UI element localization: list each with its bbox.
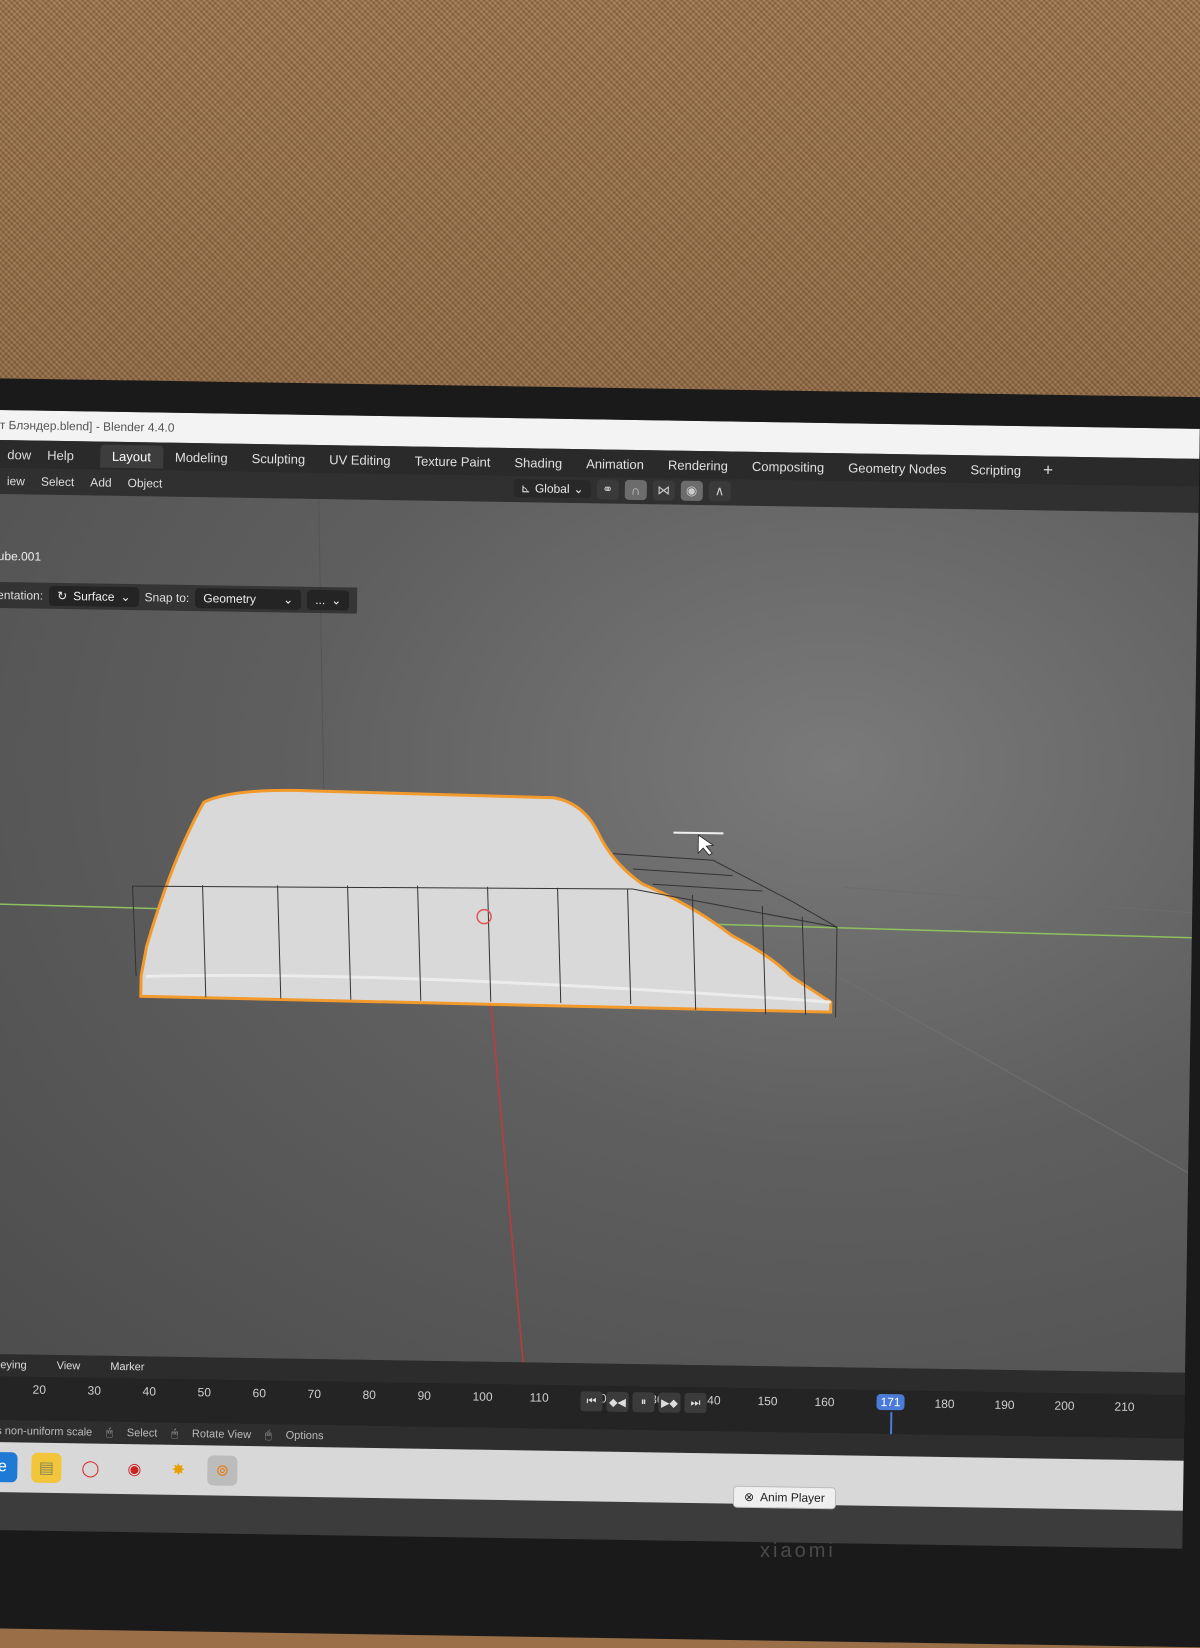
grid-line xyxy=(821,966,1189,1174)
tab-rendering[interactable]: Rendering xyxy=(656,453,740,477)
current-frame-indicator[interactable]: 171 xyxy=(876,1393,905,1411)
snap-target-icon[interactable]: ⋈ xyxy=(652,480,675,501)
tab-animation[interactable]: Animation xyxy=(574,452,656,476)
monitor-brand: xiaomi xyxy=(760,1540,836,1562)
add-workspace-button[interactable]: + xyxy=(1033,460,1063,480)
close-circle-icon[interactable]: ⊗ xyxy=(744,1490,754,1504)
frame-label: 20 xyxy=(32,1382,47,1397)
more-options-dropdown[interactable]: ... ⌄ xyxy=(307,589,350,611)
orientation-value: Surface xyxy=(73,589,115,604)
jump-to-keyframe-forward-icon[interactable]: ▶◆ xyxy=(658,1392,681,1413)
mouse-cursor-icon xyxy=(697,834,715,856)
tab-modeling[interactable]: Modeling xyxy=(163,445,240,469)
menu-select[interactable]: Select xyxy=(33,475,83,490)
menu-window[interactable]: dow xyxy=(0,446,39,462)
status-hint-rotate: Rotate View xyxy=(191,1428,252,1442)
surface-icon: ↻ xyxy=(57,588,68,604)
sun-app-icon[interactable]: ✸ xyxy=(163,1455,193,1485)
jump-to-start-icon[interactable]: ⏮ xyxy=(580,1391,603,1412)
tab-uv-editing[interactable]: UV Editing xyxy=(317,447,403,471)
menu-help[interactable]: Help xyxy=(39,447,82,463)
orientation-label: entation: xyxy=(0,587,44,603)
tab-sculpting[interactable]: Sculpting xyxy=(240,446,318,470)
3d-viewport[interactable]: entation: ↻ Surface ⌄ Snap to: Geometry … xyxy=(0,493,1199,1373)
chevron-down-icon: ⌄ xyxy=(283,592,294,607)
menu-timeline-view[interactable]: View xyxy=(49,1360,89,1373)
jump-to-end-icon[interactable]: ⏭ xyxy=(684,1392,707,1414)
pause-icon[interactable]: ⏸ xyxy=(632,1392,655,1413)
orientation-dropdown[interactable]: ↻ Surface ⌄ xyxy=(48,585,139,608)
frame-label: 90 xyxy=(417,1388,432,1403)
viewport-scene xyxy=(0,499,1193,1363)
edge-icon[interactable]: e xyxy=(0,1451,18,1483)
frame-label: 200 xyxy=(1054,1398,1075,1413)
frame-label: 110 xyxy=(529,1390,549,1405)
menu-marker[interactable]: Marker xyxy=(102,1361,152,1374)
frame-label: 190 xyxy=(994,1397,1015,1413)
menu-view[interactable]: iew xyxy=(0,474,33,489)
tab-scripting[interactable]: Scripting xyxy=(958,458,1033,482)
snap-toggle-icon[interactable]: ∩ xyxy=(624,479,647,501)
anim-player-label: Anim Player xyxy=(759,1490,825,1506)
snap-value: Geometry xyxy=(203,591,257,607)
selected-mesh xyxy=(139,788,833,1014)
mouse-left-icon: 🖱 xyxy=(106,1426,113,1439)
jump-to-keyframe-back-icon[interactable]: ◆◀ xyxy=(606,1391,629,1412)
mouse-right-icon: 🖱 xyxy=(264,1428,272,1441)
tab-texture-paint[interactable]: Texture Paint xyxy=(402,449,502,474)
frame-label: 70 xyxy=(307,1386,322,1402)
frame-label: 100 xyxy=(472,1389,493,1404)
active-object-name: ube.001 xyxy=(0,548,42,564)
frame-label: 40 xyxy=(142,1384,157,1399)
tab-compositing[interactable]: Compositing xyxy=(740,454,837,479)
status-hint-options: Options xyxy=(285,1429,324,1443)
status-hint-select: Select xyxy=(126,1427,158,1440)
menu-add[interactable]: Add xyxy=(82,475,120,490)
playback-controls: ⏮ ◆◀ ⏸ ▶◆ ⏭ xyxy=(580,1391,707,1414)
blender-icon[interactable]: ⊚ xyxy=(207,1455,238,1486)
pivot-point-icon[interactable]: ⚭ xyxy=(596,479,619,500)
menu-object[interactable]: Object xyxy=(119,476,170,491)
window-title: т Блэндер.blend] - Blender 4.4.0 xyxy=(0,417,175,435)
frame-label: 210 xyxy=(1114,1399,1135,1414)
frame-label: 160 xyxy=(814,1394,835,1410)
more-label: ... xyxy=(315,592,326,608)
region-divider xyxy=(318,499,325,800)
frame-label: 180 xyxy=(934,1396,955,1412)
app-icon[interactable]: ◉ xyxy=(119,1454,149,1484)
tab-shading[interactable]: Shading xyxy=(502,450,574,474)
snap-dropdown[interactable]: Geometry ⌄ xyxy=(195,588,302,610)
snap-label: Snap to: xyxy=(144,590,190,605)
status-message: has non-uniform scale xyxy=(0,1425,93,1439)
frame-label: 150 xyxy=(757,1394,778,1409)
frame-label: 80 xyxy=(362,1387,377,1403)
tab-geometry-nodes[interactable]: Geometry Nodes xyxy=(836,456,959,481)
frame-label: 60 xyxy=(252,1386,267,1401)
wall-background xyxy=(0,0,1200,400)
light-object xyxy=(673,831,724,835)
transform-orientation-value: Global xyxy=(534,481,570,496)
chevron-down-icon: ⌄ xyxy=(573,482,584,497)
tab-layout[interactable]: Layout xyxy=(99,444,164,469)
tool-options-bar: entation: ↻ Surface ⌄ Snap to: Geometry … xyxy=(0,581,358,614)
orientation-axes-icon: ⊾ xyxy=(520,481,532,496)
transform-orientation-dropdown[interactable]: ⊾ Global ⌄ xyxy=(513,479,591,499)
anim-player-taskbar-item[interactable]: ⊗ Anim Player xyxy=(732,1485,836,1510)
frame-label: 50 xyxy=(197,1385,212,1400)
frame-label: 30 xyxy=(87,1383,102,1398)
monitor-screen: т Блэндер.blend] - Blender 4.4.0 dow Hel… xyxy=(0,410,1200,1549)
falloff-curve-icon[interactable]: ∧ xyxy=(708,481,731,502)
chevron-down-icon: ⌄ xyxy=(331,593,342,608)
menu-keying[interactable]: Keying xyxy=(0,1359,35,1372)
chevron-down-icon: ⌄ xyxy=(120,589,131,605)
mouse-middle-icon: 🖱 xyxy=(171,1427,179,1440)
explorer-icon[interactable]: ▤ xyxy=(31,1452,62,1484)
grid-line xyxy=(842,886,1193,914)
y-axis-line xyxy=(488,981,524,1363)
opera-icon[interactable]: ◯ xyxy=(75,1453,105,1483)
proportional-editing-icon[interactable]: ◉ xyxy=(680,480,703,502)
